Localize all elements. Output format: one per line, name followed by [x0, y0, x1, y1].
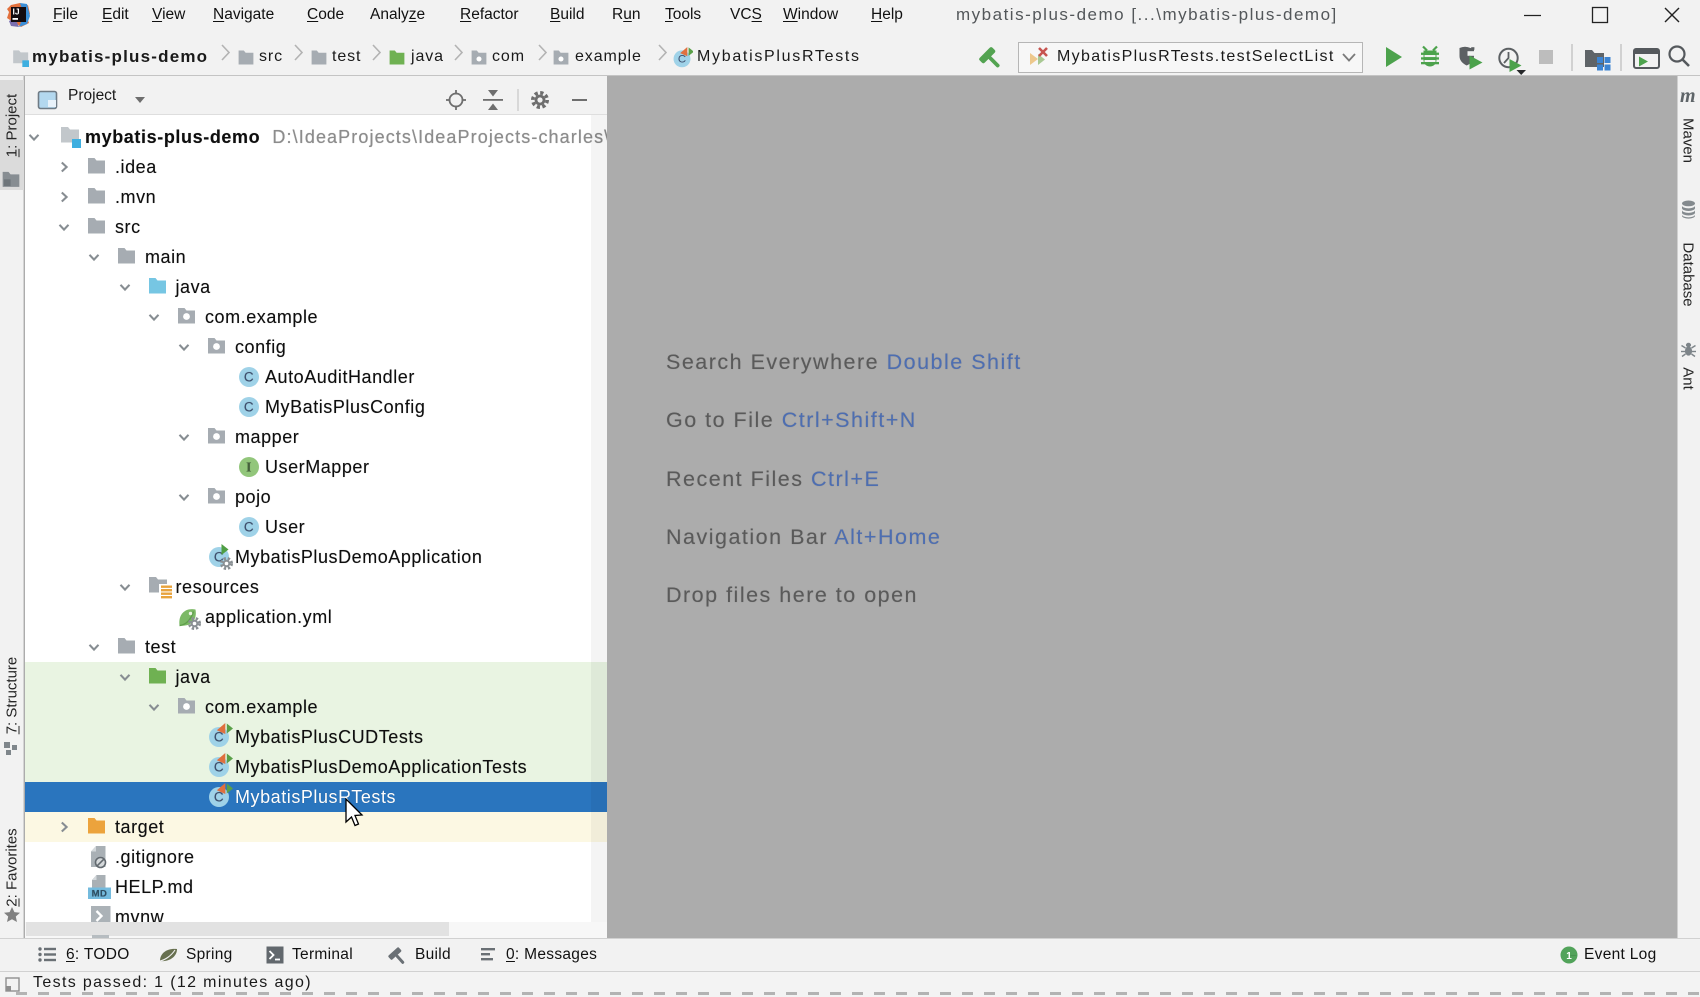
svg-text:1: 1 [1566, 951, 1572, 962]
svg-text:IJ: IJ [13, 7, 20, 17]
